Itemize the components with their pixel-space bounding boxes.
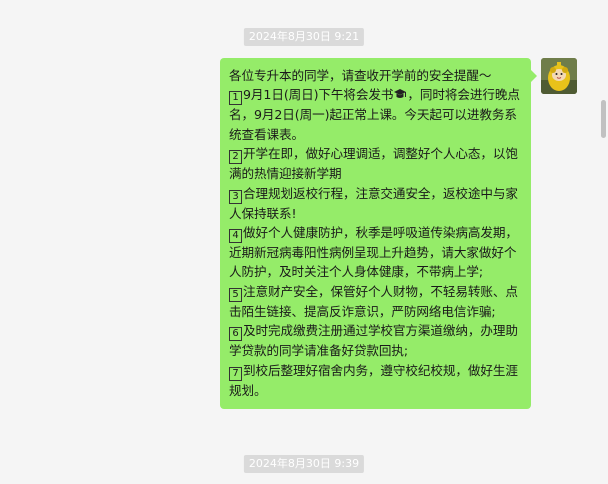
message-item-7: 7 到校后整理好宿舍内务，遵守校纪校规，做好生涯规划。 [229, 362, 518, 398]
scrollbar-thumb[interactable] [601, 100, 606, 138]
message-item-6: 6 及时完成缴费注册通过学校官方渠道缴纳，办理助学贷款的同学请准备好贷款回执; [229, 323, 518, 359]
timestamp: 2024年8月30日 9:39 [243, 455, 365, 473]
number-badge-3: 3 [229, 189, 242, 204]
number-badge-5: 5 [229, 287, 242, 302]
message-intro: 各位专升本的同学，请查收开学前的安全提醒～ [229, 68, 492, 83]
user-avatar[interactable] [541, 58, 577, 94]
number-badge-4: 4 [229, 229, 242, 244]
number-badge-7: 7 [229, 366, 242, 381]
message-item-4: 4 做好个人健康防护，秋季是呼吸道传染病高发期，近期新冠病毒阳性病例呈现上升趋势，… [229, 225, 518, 280]
avatar-image [541, 58, 577, 94]
number-badge-2: 2 [229, 150, 242, 165]
graduation-cap-icon [394, 89, 407, 99]
number-badge-1: 1 [229, 91, 242, 106]
message-item-3: 3 合理规划返校行程，注意交通安全，返校途中与家人保持联系! [229, 185, 518, 221]
message-item-2: 2 开学在即，做好心理调适，调整好个人心态，以饱满的热情迎接新学期 [229, 146, 518, 182]
message-item-5: 5 注意财产安全，保管好个人财物，不轻易转账、点击陌生链接、提高反诈意识，严防网络… [229, 283, 518, 319]
timestamp: 2024年8月30日 9:21 [243, 28, 365, 46]
message-bubble[interactable]: 各位专升本的同学，请查收开学前的安全提醒～ 1 9月1日(周日)下午将会发书 ，同时… [220, 58, 537, 410]
number-badge-6: 6 [229, 327, 242, 342]
chat-window: 2024年8月30日 9:21 各位专升本的同学，请查收开学前的安全提醒～ 19… [0, 0, 608, 484]
scrollbar[interactable] [600, 0, 608, 484]
message-item-1: 1 9月1日(周日)下午将会发书 ，同时将会进行晚点名，9月2日(周一)起正常上课。… [229, 87, 520, 142]
